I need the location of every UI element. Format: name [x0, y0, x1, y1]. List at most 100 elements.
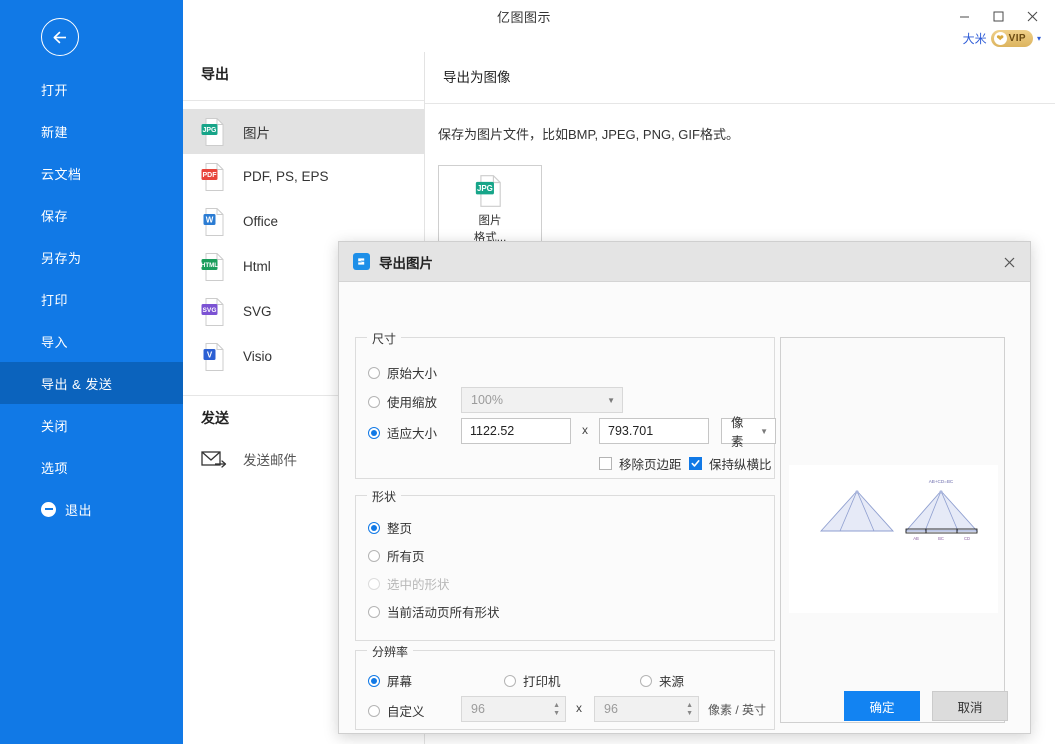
preview-canvas: AB+CD=BC AB BC CD: [789, 465, 998, 613]
divider: [183, 100, 424, 101]
sidebar-item-save-as[interactable]: 另存为: [0, 236, 183, 278]
ok-button[interactable]: 确定: [844, 691, 920, 721]
preview-panel: AB+CD=BC AB BC CD: [780, 337, 1005, 723]
file-jpg-icon: JPG: [475, 174, 501, 207]
sidebar-item-exit[interactable]: 退出: [0, 488, 183, 530]
dialog-close-button[interactable]: [996, 250, 1022, 274]
file-svg-icon: SVG: [201, 297, 224, 326]
svg-text:V: V: [207, 350, 213, 359]
size-fieldset: 尺寸 原始大小 使用缩放 100% ▼ 适应大小 1122.52 x 793.7…: [355, 330, 776, 479]
back-arrow-icon: [52, 31, 66, 43]
sidebar-item-label: 关闭: [41, 418, 69, 434]
sidebar-item-label: 云文档: [41, 166, 82, 182]
size-legend: 尺寸: [367, 330, 402, 347]
minimize-button[interactable]: [947, 3, 981, 29]
title-bar: 亿图图示 大米 ❤ VIP ▾: [183, 0, 1055, 52]
close-window-button[interactable]: [1015, 3, 1049, 29]
close-icon: [1004, 257, 1014, 267]
radio-whole-page[interactable]: 整页: [368, 518, 412, 537]
sidebar-item-new[interactable]: 新建: [0, 110, 183, 152]
radio-label: 原始大小: [387, 367, 438, 381]
sidebar-item-label: 退出: [65, 502, 93, 518]
radio-dot: [368, 426, 380, 439]
format-item-pdf-ps-eps[interactable]: PDF PDF, PS, EPS: [183, 154, 424, 199]
maximize-icon: [993, 11, 1003, 21]
sidebar-item-open[interactable]: 打开: [0, 68, 183, 110]
shape-legend: 形状: [367, 488, 402, 505]
vip-badge[interactable]: ❤ VIP: [990, 30, 1033, 47]
sidebar-item-label: 打印: [41, 292, 69, 308]
svg-text:W: W: [206, 215, 214, 224]
format-label: 图片: [243, 125, 270, 141]
radio-label: 当前活动页所有形状: [387, 606, 500, 620]
checkbox-remove-margin[interactable]: 移除页边距: [599, 454, 682, 473]
minimize-icon: [959, 16, 969, 17]
svg-text:PDF: PDF: [203, 172, 218, 179]
size-unit-value: 像素: [731, 416, 744, 449]
scale-dropdown[interactable]: 100% ▼: [461, 387, 623, 413]
app-title: 亿图图示: [497, 10, 552, 25]
file-pdf-icon: PDF: [201, 162, 224, 191]
resolution-legend: 分辨率: [367, 643, 414, 660]
mail-send-icon: [201, 450, 227, 468]
radio-all-shapes-current-page[interactable]: 当前活动页所有形状: [368, 602, 500, 621]
export-image-dialog: 导出图片 尺寸 原始大小 使用缩放 100% ▼ 适应大小 1122.52 x …: [338, 241, 1031, 734]
height-input[interactable]: [599, 418, 709, 444]
sidebar-item-export-and-send[interactable]: 导出 & 发送: [0, 362, 183, 404]
radio-label: 适应大小: [387, 427, 438, 441]
checkbox-keep-aspect-ratio[interactable]: 保持纵横比: [689, 454, 772, 473]
radio-original-size[interactable]: 原始大小: [368, 363, 437, 382]
width-input[interactable]: [461, 418, 571, 444]
format-item-office[interactable]: W Office: [183, 199, 424, 244]
radio-label: 选中的形状: [387, 578, 450, 592]
shape-fieldset: 形状 整页 所有页 选中的形状 当前活动页所有形状: [355, 488, 775, 641]
radio-use-scale[interactable]: 使用缩放: [368, 392, 437, 411]
format-item-image[interactable]: JPG 图片: [183, 109, 424, 154]
panel-description: 保存为图片文件，比如BMP, JPEG, PNG, GIF格式。: [438, 127, 739, 142]
sidebar-item-label: 导出 & 发送: [41, 376, 113, 392]
sidebar-item-save[interactable]: 保存: [0, 194, 183, 236]
dialog-header: 导出图片: [339, 242, 1030, 282]
close-icon: [1027, 11, 1037, 21]
check-icon: [691, 460, 700, 467]
radio-all-pages[interactable]: 所有页: [368, 546, 425, 565]
account-name: 大米: [962, 32, 987, 46]
sidebar-item-print[interactable]: 打印: [0, 278, 183, 320]
radio-label: 使用缩放: [387, 396, 438, 410]
chevron-down-icon: ▼: [607, 395, 615, 405]
format-label: Html: [243, 259, 271, 274]
sidebar-item-label: 选项: [41, 460, 69, 476]
sidebar-item-close[interactable]: 关闭: [0, 404, 183, 446]
checkbox-box: [599, 457, 612, 470]
cancel-button[interactable]: 取消: [932, 691, 1008, 721]
sidebar-nav: 打开 新建 云文档 保存 另存为 打印 导入 导出 & 发送 关闭 选项 退出: [0, 68, 183, 530]
panel-title: 导出为图像: [443, 70, 511, 85]
back-button[interactable]: [41, 18, 79, 56]
radio-label: 整页: [387, 522, 413, 536]
shield-icon: ❤: [993, 32, 1007, 45]
svg-text:JPG: JPG: [202, 127, 217, 134]
sidebar-item-options[interactable]: 选项: [0, 446, 183, 488]
export-heading: 导出: [201, 66, 229, 82]
radio-dot: [368, 521, 380, 534]
format-label: Office: [243, 214, 279, 229]
format-label: SVG: [243, 304, 272, 319]
sidebar-item-cloud-docs[interactable]: 云文档: [0, 152, 183, 194]
svg-text:AB: AB: [913, 536, 919, 541]
account-area[interactable]: 大米 ❤ VIP ▾: [963, 30, 1041, 47]
sidebar-item-import[interactable]: 导入: [0, 320, 183, 362]
size-unit-dropdown[interactable]: 像素 ▼: [721, 416, 776, 449]
preview-diagram: AB+CD=BC AB BC CD: [819, 479, 979, 541]
file-html-icon: HTML: [201, 252, 224, 281]
checkbox-box: [689, 457, 702, 470]
chevron-down-icon[interactable]: ▾: [1037, 34, 1041, 43]
file-jpg-icon: JPG: [201, 117, 224, 146]
maximize-button[interactable]: [981, 3, 1015, 29]
triangle-right: AB+CD=BC AB BC CD: [905, 479, 979, 541]
radio-fit-size[interactable]: 适应大小: [368, 423, 437, 442]
sidebar-item-label: 导入: [41, 334, 69, 350]
sidebar-item-label: 保存: [41, 208, 69, 224]
app-logo-icon: [353, 253, 370, 270]
dialog-title: 导出图片: [379, 255, 433, 271]
scale-value: 100%: [471, 393, 503, 407]
